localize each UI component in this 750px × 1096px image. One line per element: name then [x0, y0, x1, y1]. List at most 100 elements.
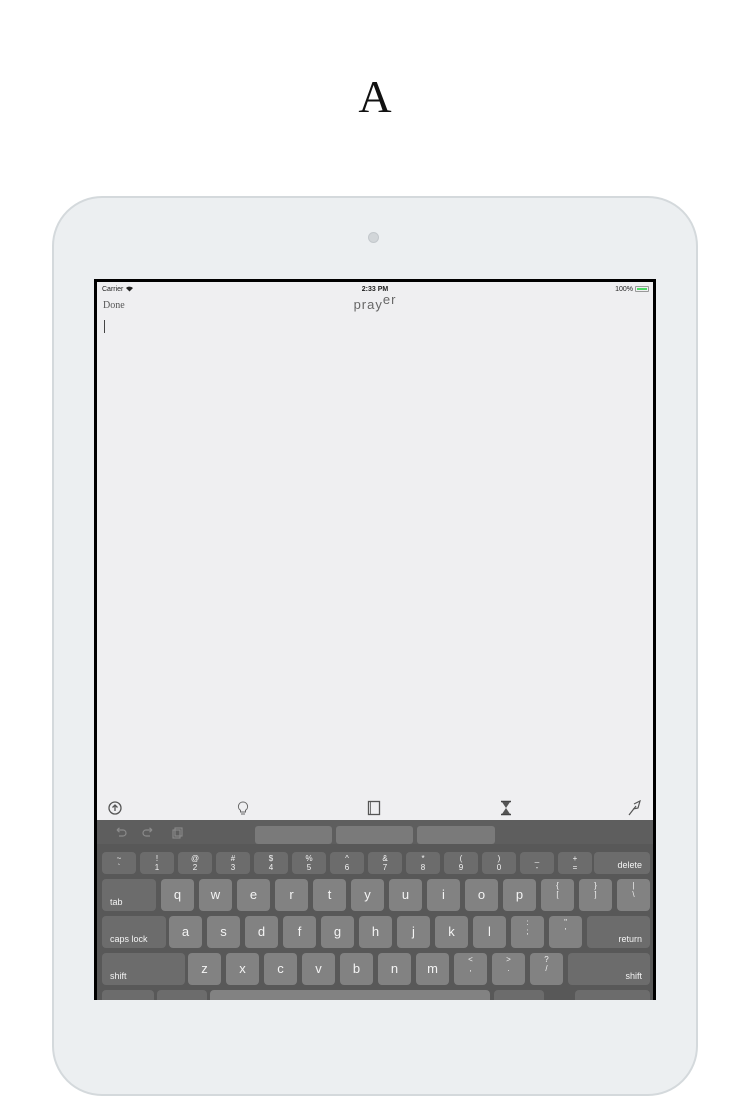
key-base-symbol: 2 [192, 863, 198, 872]
key-l[interactable]: l [473, 916, 506, 948]
key-v[interactable]: v [302, 953, 335, 985]
key-base-symbol: / [545, 964, 548, 973]
key-shift-symbol: $ [268, 854, 274, 863]
battery-icon [635, 286, 649, 292]
key-shift-symbol: : [526, 918, 529, 927]
hourglass-icon[interactable] [498, 800, 516, 818]
key-e[interactable]: e [237, 879, 270, 911]
key-punct-1[interactable]: " ' [549, 916, 582, 948]
key-label: g [333, 924, 342, 939]
key-c[interactable]: c [264, 953, 297, 985]
key-label: m [427, 961, 438, 976]
key-label: k [448, 924, 455, 939]
key-bracket-0[interactable]: {[ [541, 879, 574, 911]
key-base-symbol: 1 [154, 863, 160, 872]
key-label: x [239, 961, 246, 976]
return-key[interactable]: return [587, 916, 650, 948]
delete-key[interactable]: delete [594, 852, 650, 874]
key-b[interactable]: b [340, 953, 373, 985]
key-bracket-2[interactable]: | \ [617, 879, 650, 911]
key-t[interactable]: t [313, 879, 346, 911]
tab-key[interactable]: tab [102, 879, 156, 911]
key-9-row1[interactable]: * 8 [406, 852, 440, 874]
key-shift-symbol: ! [155, 854, 159, 863]
key-7-row1[interactable]: ^ 6 [330, 852, 364, 874]
key-p[interactable]: p [503, 879, 536, 911]
status-bar: Carrier 2:33 PM 100% [97, 282, 653, 296]
key-w[interactable]: w [199, 879, 232, 911]
redo-icon[interactable] [142, 826, 156, 838]
key-f[interactable]: f [283, 916, 316, 948]
key-1-row1[interactable]: ~ ` [102, 852, 136, 874]
key-shift-symbol: > [506, 955, 511, 964]
key-d[interactable]: d [245, 916, 278, 948]
editor-toolbar [97, 798, 653, 820]
key-8-row1[interactable]: & 7 [368, 852, 402, 874]
shift-left-key[interactable]: shift [102, 953, 185, 985]
space-key[interactable] [210, 990, 490, 1000]
key-h[interactable]: h [359, 916, 392, 948]
key-punct-0[interactable]: :; [511, 916, 544, 948]
up-arrow-icon[interactable] [107, 800, 125, 818]
key-base-symbol: 0 [496, 863, 502, 872]
key-y[interactable]: y [351, 879, 384, 911]
key-6-row1[interactable]: % 5 [292, 852, 326, 874]
key-label: o [477, 887, 486, 902]
key-sym-0[interactable]: <, [454, 953, 487, 985]
key-s[interactable]: s [207, 916, 240, 948]
hide-keyboard-key[interactable] [575, 990, 650, 1000]
key-g[interactable]: g [321, 916, 354, 948]
key-label: e [249, 887, 258, 902]
key-a[interactable]: a [169, 916, 202, 948]
key-base-symbol: 5 [306, 863, 312, 872]
key-m[interactable]: m [416, 953, 449, 985]
suggestion-right[interactable] [417, 826, 495, 844]
key-k[interactable]: k [435, 916, 468, 948]
key-n[interactable]: n [378, 953, 411, 985]
shift-right-key[interactable]: shift [568, 953, 650, 985]
key-base-symbol: 3 [230, 863, 236, 872]
caps-lock-key[interactable]: caps lock [102, 916, 166, 948]
key-10-row1[interactable]: (9 [444, 852, 478, 874]
suggestion-center[interactable] [336, 826, 413, 844]
key-shift-symbol: % [305, 854, 313, 863]
key-13-row1[interactable]: + = [558, 852, 592, 874]
key-base-symbol: 9 [458, 863, 464, 872]
key-x[interactable]: x [226, 953, 259, 985]
page-letter-label: A [358, 71, 392, 122]
app-view: Carrier 2:33 PM 100% Done prayer ~ ` ! 1… [97, 282, 653, 1000]
paste-icon[interactable] [170, 826, 184, 839]
key-u[interactable]: u [389, 879, 422, 911]
key-3-row1[interactable]: @2 [178, 852, 212, 874]
key-4-row1[interactable]: #3 [216, 852, 250, 874]
key-z[interactable]: z [188, 953, 221, 985]
key-base-symbol: [ [556, 890, 559, 899]
key-12-row1[interactable]: _ - [520, 852, 554, 874]
number-key[interactable] [157, 990, 207, 1000]
lightbulb-icon[interactable] [235, 800, 253, 818]
key-shift-symbol: ^ [345, 854, 349, 863]
key-o[interactable]: o [465, 879, 498, 911]
key-q[interactable]: q [161, 879, 194, 911]
key-2-row1[interactable]: ! 1 [140, 852, 174, 874]
screen: Carrier 2:33 PM 100% Done prayer ~ ` ! 1… [94, 279, 656, 1000]
key-sym-1[interactable]: >. [492, 953, 525, 985]
undo-icon[interactable] [113, 826, 127, 838]
key-label: caps lock [110, 934, 148, 944]
key-i[interactable]: i [427, 879, 460, 911]
suggestion-left[interactable] [255, 826, 332, 844]
globe-key[interactable] [102, 990, 154, 1000]
key-r[interactable]: r [275, 879, 308, 911]
quill-icon[interactable] [627, 799, 645, 818]
number-key-right[interactable] [494, 990, 544, 1000]
key-label: c [277, 961, 284, 976]
key-11-row1[interactable]: ) 0 [482, 852, 516, 874]
key-5-row1[interactable]: $4 [254, 852, 288, 874]
key-j[interactable]: j [397, 916, 430, 948]
key-bracket-1[interactable]: }] [579, 879, 612, 911]
key-base-symbol: 4 [268, 863, 274, 872]
key-sym-2[interactable]: ? / [530, 953, 563, 985]
prayer-text-area[interactable] [101, 316, 649, 786]
key-label: delete [617, 860, 642, 870]
book-icon[interactable] [366, 800, 384, 818]
